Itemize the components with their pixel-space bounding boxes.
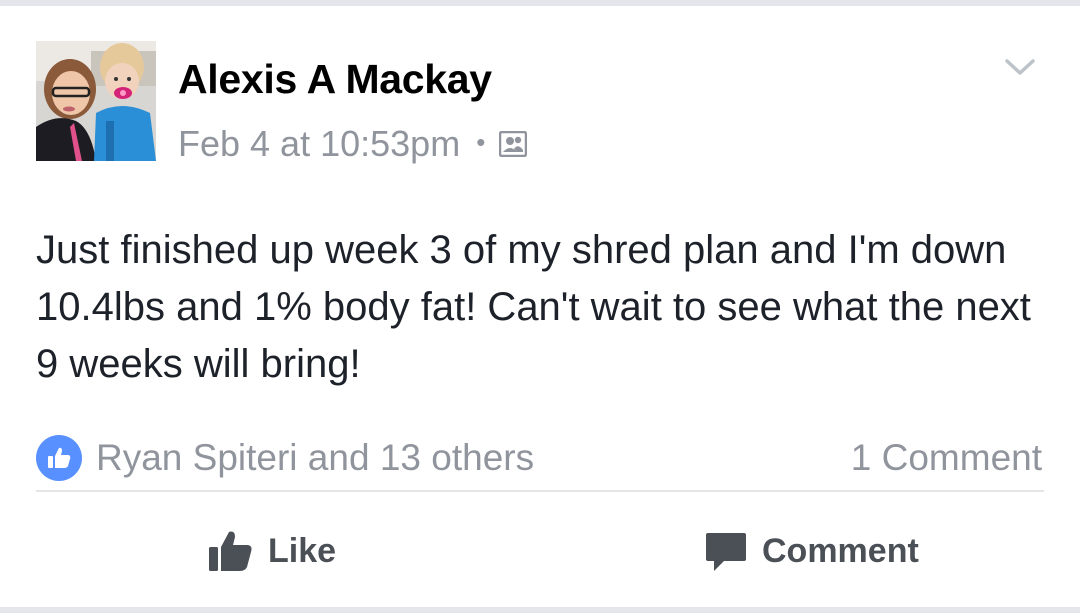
chevron-down-icon <box>1005 59 1035 75</box>
reactions-text: Ryan Spiteri and 13 others <box>96 437 535 478</box>
bottom-divider <box>0 607 1080 613</box>
comments-count-link[interactable]: 1 Comment <box>851 431 1042 485</box>
comment-bubble-icon <box>704 529 748 573</box>
reactions-summary[interactable]: Ryan Spiteri and 13 others <box>36 431 534 485</box>
post-meta: Feb 4 at 10:53pm • <box>178 122 528 166</box>
comment-button-label: Comment <box>762 531 919 570</box>
thumbs-up-icon <box>206 527 254 575</box>
post-body-text: Just finished up week 3 of my shred plan… <box>36 228 1031 386</box>
actions-divider <box>36 490 1044 492</box>
author-name[interactable]: Alexis A Mackay <box>178 56 492 103</box>
meta-separator: • <box>476 126 486 157</box>
post-timestamp[interactable]: Feb 4 at 10:53pm <box>178 123 460 165</box>
post-card: Alexis A Mackay Feb 4 at 10:53pm • Just … <box>0 6 1080 607</box>
avatar-photo <box>36 41 156 161</box>
like-button-label: Like <box>268 531 337 570</box>
post-options-button[interactable] <box>1000 46 1040 86</box>
avatar[interactable] <box>36 41 156 161</box>
thumbs-up-icon <box>36 435 82 481</box>
like-button[interactable]: Like <box>206 516 336 586</box>
comment-button[interactable]: Comment <box>704 516 919 586</box>
friends-icon <box>499 131 528 157</box>
